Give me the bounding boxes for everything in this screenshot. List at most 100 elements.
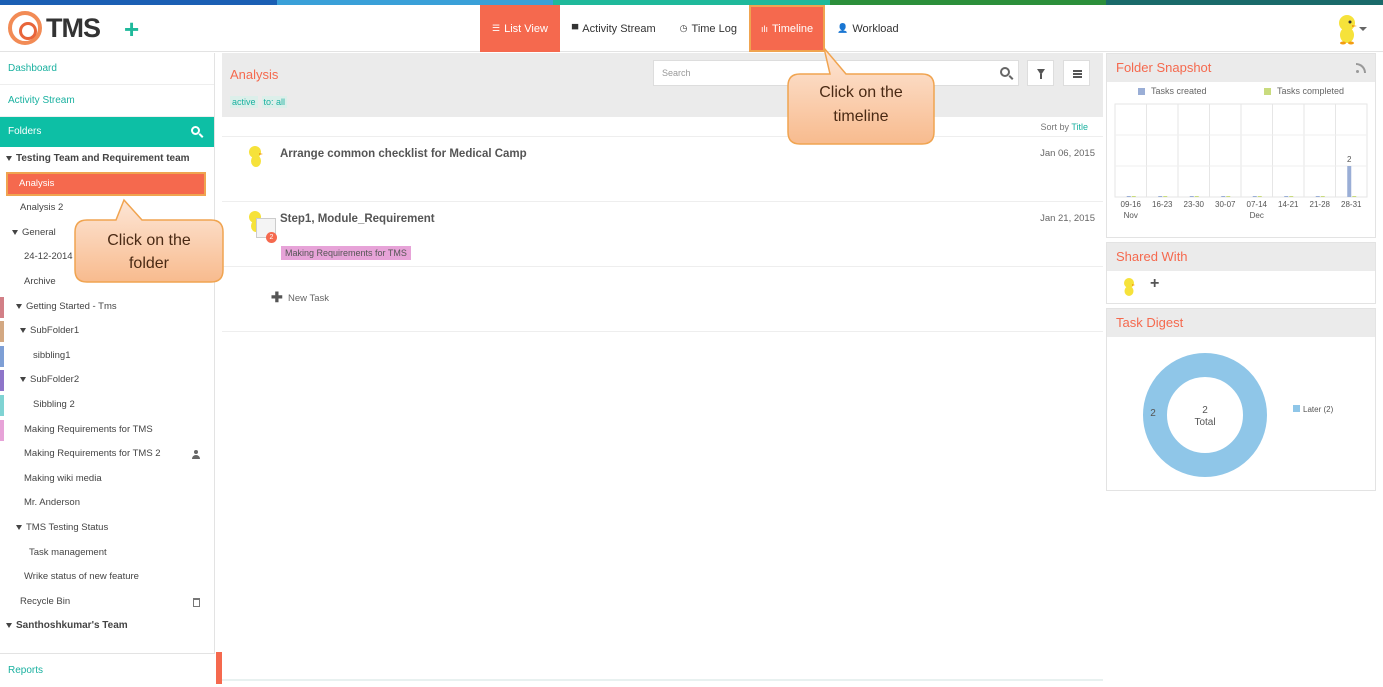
folder-search-icon[interactable] [191, 126, 200, 135]
folder-label: Archive [24, 275, 56, 287]
shared-with-title: Shared With [1107, 243, 1375, 271]
search-icon[interactable] [1000, 67, 1010, 77]
folder-item[interactable]: sibbling1 [0, 344, 214, 369]
folder-color-marker [0, 345, 4, 367]
folder-callout: Click on the folder [74, 198, 224, 283]
folder-color-marker [0, 370, 4, 392]
folder-item[interactable]: Wrike status of new feature [0, 565, 214, 590]
folder-title: Analysis [230, 67, 279, 82]
filter-assignee-chip[interactable]: to: all [261, 96, 288, 108]
list-header: Analysis active to: all Search [222, 53, 1103, 117]
task-row[interactable]: 2 Step1, Module_Requirement Jan 21, 2015 Ma… [222, 202, 1103, 267]
tms-logo[interactable]: TMS [8, 11, 101, 45]
folder-item[interactable]: SubFolder2 [0, 368, 214, 393]
folder-label: sibbling1 [33, 349, 71, 361]
folder-item[interactable]: Making wiki media [0, 467, 214, 492]
list-menu-button[interactable] [1063, 60, 1090, 86]
folder-item[interactable]: Analysis [6, 171, 206, 197]
tab-label: Activity Stream [582, 22, 656, 35]
sort-field-link[interactable]: Title [1071, 122, 1088, 132]
folder-item[interactable]: Sibbling 2 [0, 393, 214, 418]
expand-triangle-icon[interactable] [16, 303, 22, 309]
folder-label: SubFolder2 [30, 374, 80, 386]
user-menu-chevron-down-icon[interactable] [1359, 27, 1367, 31]
folder-item[interactable]: Mr. Anderson [0, 491, 214, 516]
x-tick-label: 23-30 [1184, 200, 1205, 209]
folder-item[interactable]: Making Requirements for TMS [0, 418, 214, 443]
x-tick-label: 28-31 [1341, 200, 1362, 209]
expand-triangle-icon[interactable] [12, 229, 18, 235]
tab-time-log[interactable]: ◷ Time Log [668, 5, 749, 52]
task-row[interactable]: Arrange common checklist for Medical Cam… [222, 137, 1103, 202]
tab-activity-stream[interactable]: ▀ Activity Stream [560, 5, 668, 52]
sidebar-item-activity-stream[interactable]: Activity Stream [0, 85, 214, 117]
bar-created [1189, 196, 1194, 197]
bar-completed [1194, 196, 1199, 197]
task-list-pane: Analysis active to: all Search Sort by Ti… [222, 53, 1103, 686]
bar-completed [1320, 196, 1325, 197]
bar-created [1347, 166, 1352, 197]
assignee-avatar-icon [249, 146, 263, 167]
bar-data-label: 2 [1347, 155, 1352, 164]
folder-label: TMS Testing Status [26, 521, 109, 533]
assignee-count-badge: 2 [266, 232, 277, 243]
expand-triangle-icon[interactable] [6, 623, 12, 629]
timeline-callout-line2: timeline [833, 108, 888, 125]
expand-triangle-icon[interactable] [20, 377, 26, 383]
folder-label: Santhoshkumar's Team [16, 620, 128, 632]
task-title[interactable]: Arrange common checklist for Medical Cam… [280, 148, 527, 160]
plus-icon: ✚ [271, 289, 283, 305]
bar-created [1284, 196, 1289, 197]
folder-item[interactable]: Testing Team and Requirement team [0, 147, 214, 172]
trash-icon[interactable] [193, 597, 200, 607]
tab-list-view[interactable]: ☰ List View [480, 5, 560, 52]
donut-slice-label: 2 [1150, 408, 1156, 419]
expand-triangle-icon[interactable] [20, 328, 26, 334]
folder-callout-line2: folder [129, 255, 170, 272]
folder-item[interactable]: Making Requirements for TMS 2 [0, 442, 214, 467]
bar-completed [1352, 196, 1357, 197]
filter-button[interactable] [1027, 60, 1054, 86]
task-date: Jan 06, 2015 [1040, 148, 1095, 159]
legend-created-label: Tasks created [1151, 86, 1207, 96]
folder-label: Getting Started - Tms [26, 300, 117, 312]
folder-label: Making wiki media [24, 472, 102, 484]
tab-label: Time Log [691, 22, 737, 35]
filter-chips: active to: all [230, 96, 291, 108]
add-share-button[interactable]: + [1150, 275, 1159, 293]
folder-label: Recycle Bin [20, 595, 71, 607]
task-folder-tag[interactable]: Making Requirements for TMS [281, 246, 411, 260]
folder-item[interactable]: Getting Started - Tms [0, 295, 214, 320]
x-tick-label: 16-23 [1152, 200, 1173, 209]
logo-mark-icon [8, 11, 42, 45]
add-plus-button[interactable]: + [124, 14, 139, 45]
folder-item[interactable]: SubFolder1 [0, 319, 214, 344]
folders-header: Folders [0, 117, 214, 147]
legend-later-swatch [1293, 405, 1300, 412]
filter-status-chip[interactable]: active [230, 96, 258, 108]
expand-triangle-icon[interactable] [6, 155, 12, 161]
top-header: TMS + ☰ List View ▀ Activity Stream ◷ Time Lo… [0, 5, 1383, 52]
donut-center-value: 2 [1202, 405, 1208, 416]
sidebar-item-reports[interactable]: Reports [0, 653, 215, 686]
folder-item[interactable]: Task management [0, 541, 214, 566]
folder-item[interactable]: TMS Testing Status [0, 516, 214, 541]
folder-snapshot-title: Folder Snapshot [1107, 54, 1375, 82]
new-task-row[interactable]: ✚ New Task [222, 267, 1103, 332]
folder-item[interactable]: Santhoshkumar's Team [0, 614, 214, 639]
folder-label: Testing Team and Requirement team [16, 153, 190, 164]
legend-later-label: Later (2) [1303, 405, 1334, 414]
task-digest-panel: Task Digest 2 Total 2 Later (2) [1106, 308, 1376, 491]
x-tick-label: 14-21 [1278, 200, 1299, 209]
task-title[interactable]: Step1, Module_Requirement [280, 213, 435, 225]
tab-label: Timeline [771, 22, 814, 35]
sidebar-item-dashboard[interactable]: Dashboard [0, 53, 214, 85]
expand-triangle-icon[interactable] [16, 524, 22, 530]
bar-completed [1257, 196, 1262, 197]
folder-callout-line1: Click on the [107, 232, 191, 249]
x-tick-label: 21-28 [1310, 200, 1331, 209]
right-panels: Folder Snapshot Tasks created Tasks comp… [1106, 53, 1376, 686]
shared-user-avatar-icon[interactable] [1121, 277, 1137, 297]
folder-item[interactable]: Recycle Bin [0, 590, 214, 615]
rss-icon[interactable] [1356, 63, 1366, 73]
